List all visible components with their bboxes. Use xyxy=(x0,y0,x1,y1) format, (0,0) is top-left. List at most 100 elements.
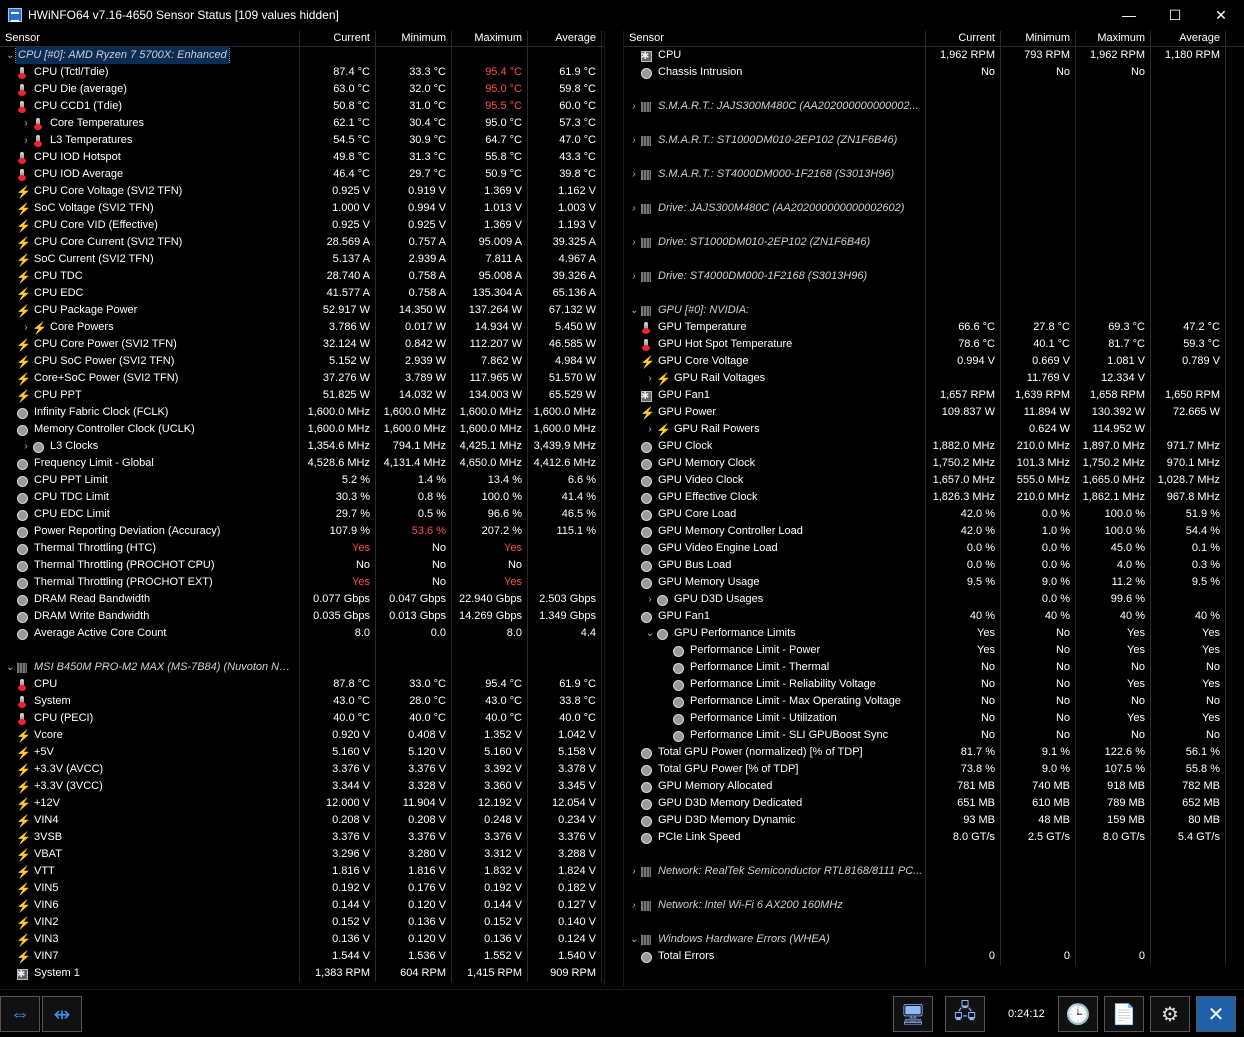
expand-arrow-icon[interactable]: › xyxy=(20,319,32,336)
sensor-row-gpu-fan1[interactable]: GPU Fan1 40 % 40 % 40 % 40 % xyxy=(624,608,1244,625)
network-button[interactable]: 🖧 xyxy=(945,996,985,1032)
sensor-row-3-3v-3vcc[interactable]: +3.3V (3VCC) 3.344 V3.328 V3.360 V3.345 V xyxy=(0,778,604,795)
maximize-button[interactable]: ☐ xyxy=(1152,0,1198,30)
sensor-row-vin4[interactable]: VIN40.208 V0.208 V0.248 V0.234 V xyxy=(0,812,604,829)
sensor-group-drive-st4000dm000-1f2168-s3013h96[interactable]: › Drive: ST4000DM000-1F2168 (S3013H96) xyxy=(624,268,1244,285)
sensor-row-gpu-memory-usage[interactable]: GPU Memory Usage 9.5 % 9.0 % 11.2 % 9.5 % xyxy=(624,574,1244,591)
sensor-group-drive-jajs300m480c-aa202000000000002602[interactable]: › Drive: JAJS300M480C (AA2020000000000026… xyxy=(624,200,1244,217)
sensor-row-performance-limit-max-operating-voltage[interactable]: Performance Limit - Max Operating Voltag… xyxy=(624,693,1244,710)
right-sensor-panel[interactable]: Sensor Current Minimum Maximum Average C… xyxy=(624,31,1244,986)
sensor-row-gpu-video-clock[interactable]: GPU Video Clock 1,657.0 MHz 555.0 MHz 1,665… xyxy=(624,472,1244,489)
sensor-row-gpu-fan1[interactable]: GPU Fan1 1,657 RPM1,639 RPM1,658 RPM1,650… xyxy=(624,387,1244,404)
sensor-row-cpu-core-current-svi2-tfn[interactable]: CPU Core Current (SVI2 TFN) 28.569 A0.757… xyxy=(0,234,604,251)
sensor-row-cpu-core-vid-effective[interactable]: CPU Core VID (Effective)0.925 V0.925 V1.… xyxy=(0,217,604,234)
sensor-row-performance-limit-reliability-voltage[interactable]: Performance Limit - Reliability Voltage N… xyxy=(624,676,1244,693)
sensor-row-gpu-rail-voltages[interactable]: › GPU Rail Voltages 11.769 V12.334 V xyxy=(624,370,1244,387)
expand-arrow-icon[interactable]: › xyxy=(628,863,640,880)
sensor-row-cpu-tctl-tdie[interactable]: CPU (Tctl/Tdie) 87.4 °C 33.3 °C 95.4 °C 61.9… xyxy=(0,64,604,81)
sensor-row-gpu-performance-limits[interactable]: ⌄ GPU Performance Limits Yes No Yes Yes xyxy=(624,625,1244,642)
monitor-settings-button[interactable]: 🖥 xyxy=(893,996,933,1032)
sensor-group-s-m-a-r-t-jajs300m480c-aa202000000000002[interactable]: › S.M.A.R.T.: JAJS300M480C (AA20200000000… xyxy=(624,98,1244,115)
sensor-row-cpu-core-voltage-svi2-tfn[interactable]: CPU Core Voltage (SVI2 TFN) 0.925 V0.919 … xyxy=(0,183,604,200)
sensor-row-gpu-clock[interactable]: GPU Clock 1,882.0 MHz 210.0 MHz 1,897.0 MHz… xyxy=(624,438,1244,455)
collapse-arrow-icon[interactable]: ⌄ xyxy=(644,625,656,642)
layout-button[interactable]: ⇹ xyxy=(42,996,82,1032)
sensor-row-system-1[interactable]: System 1 1,383 RPM604 RPM1,415 RPM909 RPM xyxy=(0,965,604,982)
sensor-row-frequency-limit-global[interactable]: Frequency Limit - Global 4,528.6 MHz 4,131… xyxy=(0,455,604,472)
expand-arrow-icon[interactable]: › xyxy=(644,370,656,387)
sensor-row-l3-clocks[interactable]: › L3 Clocks 1,354.6 MHz 794.1 MHz 4,425.1 MH… xyxy=(0,438,604,455)
sensor-row-gpu-d3d-memory-dynamic[interactable]: GPU D3D Memory Dynamic 93 MB 48 MB 159 MB 80… xyxy=(624,812,1244,829)
log-report-button[interactable]: 📄 xyxy=(1104,996,1144,1032)
sensor-row-vin6[interactable]: VIN60.144 V0.120 V0.144 V0.127 V xyxy=(0,897,604,914)
sensor-row-cpu-iod-hotspot[interactable]: CPU IOD Hotspot 49.8 °C 31.3 °C 55.8 °C 43.3… xyxy=(0,149,604,166)
sensor-row-total-errors[interactable]: Total Errors 0 0 0 xyxy=(624,948,1244,965)
column-average[interactable]: Average xyxy=(528,31,602,46)
sensor-row-system[interactable]: System 43.0 °C 28.0 °C 43.0 °C 33.8 °C xyxy=(0,693,604,710)
sensor-row-cpu[interactable]: CPU 87.8 °C 33.0 °C 95.4 °C 61.9 °C xyxy=(0,676,604,693)
sensor-row-cpu-edc-limit[interactable]: CPU EDC Limit 29.7 % 0.5 % 96.6 % 46.5 % xyxy=(0,506,604,523)
sensor-row-cpu-die-average[interactable]: CPU Die (average) 63.0 °C 32.0 °C 95.0 °C 59… xyxy=(0,81,604,98)
left-sensor-panel[interactable]: Sensor Current Minimum Maximum Average ⌄… xyxy=(0,31,604,986)
sensor-row-12v[interactable]: +12V 12.000 V11.904 V12.192 V12.054 V xyxy=(0,795,604,812)
sensor-row-cpu[interactable]: CPU1,962 RPM793 RPM1,962 RPM1,180 RPM xyxy=(624,47,1244,64)
sensor-row-performance-limit-utilization[interactable]: Performance Limit - Utilization No No Yes Ye… xyxy=(624,710,1244,727)
sensor-row-cpu-ppt[interactable]: CPU PPT 51.825 W14.032 W134.003 W65.529 W xyxy=(0,387,604,404)
sensor-row-gpu-video-engine-load[interactable]: GPU Video Engine Load 0.0 % 0.0 % 45.0 % 0.1… xyxy=(624,540,1244,557)
sensor-group-windows-hardware-errors-whea[interactable]: ⌄ Windows Hardware Errors (WHEA) xyxy=(624,931,1244,948)
sensor-row-soc-current-svi2-tfn[interactable]: SoC Current (SVI2 TFN) 5.137 A2.939 A7.81… xyxy=(0,251,604,268)
sensor-row-gpu-d3d-usages[interactable]: › GPU D3D Usages 0.0 % 99.6 % xyxy=(624,591,1244,608)
expand-arrow-icon[interactable]: › xyxy=(628,268,640,285)
sensor-row-gpu-rail-powers[interactable]: › GPU Rail Powers 0.624 W114.952 W xyxy=(624,421,1244,438)
sensor-row-cpu-ppt-limit[interactable]: CPU PPT Limit 5.2 % 1.4 % 13.4 % 6.6 % xyxy=(0,472,604,489)
expand-arrow-icon[interactable]: › xyxy=(628,200,640,217)
expand-arrow-icon[interactable]: › xyxy=(20,132,32,149)
sensor-row-vtt[interactable]: VTT1.816 V1.816 V1.832 V1.824 V xyxy=(0,863,604,880)
sensor-row-vcore[interactable]: Vcore 0.920 V0.408 V1.352 V1.042 V xyxy=(0,727,604,744)
sensor-row-gpu-hot-spot-temperature[interactable]: GPU Hot Spot Temperature 78.6 °C 40.1 °C 81… xyxy=(624,336,1244,353)
sensor-row-pcie-link-speed[interactable]: PCIe Link Speed 8.0 GT/s 2.5 GT/s 8.0 GT/s 5… xyxy=(624,829,1244,846)
sensor-row-gpu-bus-load[interactable]: GPU Bus Load 0.0 % 0.0 % 4.0 % 0.3 % xyxy=(624,557,1244,574)
sensor-group-s-m-a-r-t-st4000dm000-1f2168-s3013h96[interactable]: › S.M.A.R.T.: ST4000DM000-1F2168 (S3013H9… xyxy=(624,166,1244,183)
sensor-row-cpu-tdc-limit[interactable]: CPU TDC Limit 30.3 % 0.8 % 100.0 % 41.4 % xyxy=(0,489,604,506)
sensor-row-dram-write-bandwidth[interactable]: DRAM Write Bandwidth 0.035 Gbps 0.013 Gbps… xyxy=(0,608,604,625)
sensor-row-gpu-temperature[interactable]: GPU Temperature 66.6 °C 27.8 °C 69.3 °C 47.2… xyxy=(624,319,1244,336)
column-sensor[interactable]: Sensor xyxy=(624,31,926,46)
expand-arrow-icon[interactable]: › xyxy=(628,234,640,251)
sensor-row-thermal-throttling-prochot-ext[interactable]: Thermal Throttling (PROCHOT EXT) Yes No Yes xyxy=(0,574,604,591)
sensor-row-total-gpu-power-normalized-of-tdp[interactable]: Total GPU Power (normalized) [% of TDP] 8… xyxy=(624,744,1244,761)
expand-arrow-icon[interactable]: › xyxy=(644,421,656,438)
collapse-arrow-icon[interactable]: ⌄ xyxy=(628,302,640,319)
sensor-row-infinity-fabric-clock-fclk[interactable]: Infinity Fabric Clock (FCLK) 1,600.0 MHz 1… xyxy=(0,404,604,421)
sensor-row-cpu-edc[interactable]: CPU EDC 41.577 A0.758 A135.304 A65.136 A xyxy=(0,285,604,302)
sensor-row-core-soc-power-svi2-tfn[interactable]: Core+SoC Power (SVI2 TFN) 37.276 W3.789 W… xyxy=(0,370,604,387)
sensor-group-network-intel-wi-fi-6-ax200-160mhz[interactable]: › Network: Intel Wi-Fi 6 AX200 160MHz xyxy=(624,897,1244,914)
expand-collapse-button[interactable]: ⇔ xyxy=(0,996,40,1032)
sensor-row-memory-controller-clock-uclk[interactable]: Memory Controller Clock (UCLK) 1,600.0 MH… xyxy=(0,421,604,438)
expand-arrow-icon[interactable]: › xyxy=(628,897,640,914)
sensor-row-vin3[interactable]: VIN30.136 V0.120 V0.136 V0.124 V xyxy=(0,931,604,948)
sensor-row-dram-read-bandwidth[interactable]: DRAM Read Bandwidth 0.077 Gbps 0.047 Gbps 2… xyxy=(0,591,604,608)
expand-arrow-icon[interactable]: › xyxy=(628,132,640,149)
expand-arrow-icon[interactable]: › xyxy=(628,98,640,115)
column-average[interactable]: Average xyxy=(1151,31,1226,46)
close-sensors-button[interactable]: ✕ xyxy=(1196,996,1236,1032)
sensor-row-soc-voltage-svi2-tfn[interactable]: SoC Voltage (SVI2 TFN) 1.000 V0.994 V1.01… xyxy=(0,200,604,217)
expand-arrow-icon[interactable]: › xyxy=(628,166,640,183)
sensor-group-cpu-0-amd-ryzen-7-5700x-enhanced[interactable]: ⌄ CPU [#0]: AMD Ryzen 7 5700X: Enhanced xyxy=(0,47,604,64)
sensor-row-vbat[interactable]: VBAT 3.296 V3.280 V3.312 V3.288 V xyxy=(0,846,604,863)
sensor-row-thermal-throttling-htc[interactable]: Thermal Throttling (HTC) Yes No Yes xyxy=(0,540,604,557)
sensor-row-vin5[interactable]: VIN50.192 V0.176 V0.192 V0.182 V xyxy=(0,880,604,897)
sensor-group-drive-st1000dm010-2ep102-zn1f6b46[interactable]: › Drive: ST1000DM010-2EP102 (ZN1F6B46) xyxy=(624,234,1244,251)
sensor-row-cpu-soc-power-svi2-tfn[interactable]: CPU SoC Power (SVI2 TFN) 5.152 W2.939 W7.… xyxy=(0,353,604,370)
sensor-row-cpu-iod-average[interactable]: CPU IOD Average 46.4 °C 29.7 °C 50.9 °C 39.8… xyxy=(0,166,604,183)
sensor-row-thermal-throttling-prochot-cpu[interactable]: Thermal Throttling (PROCHOT CPU) No No No xyxy=(0,557,604,574)
close-window-button[interactable]: ✕ xyxy=(1198,0,1244,30)
sensor-row-cpu-peci[interactable]: CPU (PECI) 40.0 °C 40.0 °C 40.0 °C 40.0 °C xyxy=(0,710,604,727)
column-current[interactable]: Current xyxy=(300,31,376,46)
sensor-row-gpu-power[interactable]: GPU Power 109.837 W11.894 W130.392 W72.66… xyxy=(624,404,1244,421)
column-minimum[interactable]: Minimum xyxy=(1001,31,1076,46)
sensor-row-performance-limit-power[interactable]: Performance Limit - Power Yes No Yes Yes xyxy=(624,642,1244,659)
sensor-row-cpu-package-power[interactable]: CPU Package Power 52.917 W14.350 W137.264… xyxy=(0,302,604,319)
sensor-group-s-m-a-r-t-st1000dm010-2ep102-zn1f6b46[interactable]: › S.M.A.R.T.: ST1000DM010-2EP102 (ZN1F6B4… xyxy=(624,132,1244,149)
